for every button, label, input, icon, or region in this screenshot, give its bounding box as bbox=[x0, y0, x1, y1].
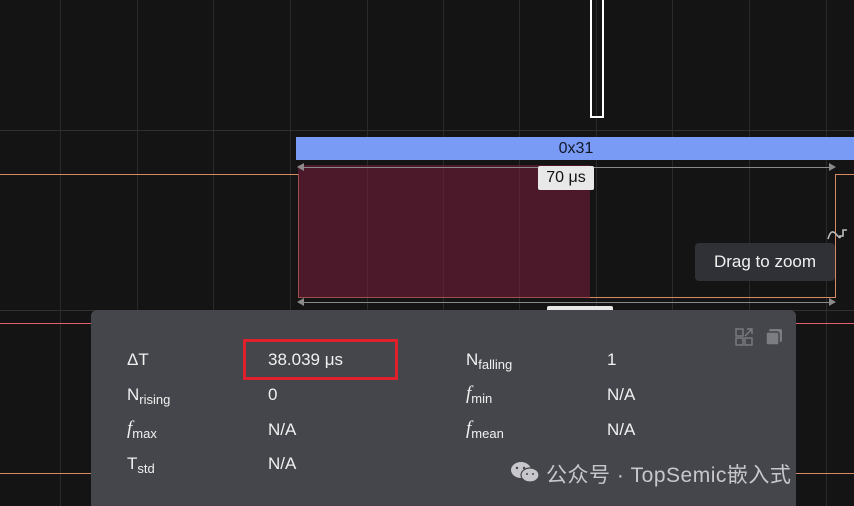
drag-to-zoom-tooltip: Drag to zoom bbox=[695, 243, 835, 281]
copy-icon[interactable] bbox=[765, 328, 783, 346]
f-mean-label: fmean bbox=[466, 418, 504, 441]
f-max-label: fmax bbox=[127, 418, 157, 441]
f-min-label: fmin bbox=[466, 383, 493, 406]
top-channel-pulse bbox=[590, 0, 604, 118]
duration-arrow-left-icon bbox=[297, 163, 304, 171]
f-min-value: N/A bbox=[607, 385, 636, 404]
wechat-icon bbox=[511, 462, 540, 483]
delta-t-callout bbox=[243, 339, 398, 380]
n-falling-label: Nfalling bbox=[466, 350, 513, 372]
n-rising-label: Nrising bbox=[127, 385, 171, 407]
n-falling-value: 1 bbox=[607, 350, 617, 369]
f-mean-value: N/A bbox=[607, 420, 636, 439]
delta-t-label: ΔT bbox=[127, 350, 149, 369]
pulse-width-arrow-left-icon bbox=[297, 298, 304, 306]
pulse-width-line bbox=[303, 302, 830, 303]
duration-arrow-right-icon bbox=[829, 163, 836, 171]
expand-icon[interactable] bbox=[735, 328, 753, 346]
t-std-label: Tstd bbox=[127, 454, 155, 476]
t-std-value: N/A bbox=[268, 454, 297, 473]
protocol-decode-bar[interactable]: 0x31 bbox=[296, 137, 854, 160]
channel-trace-low-left bbox=[0, 174, 298, 175]
duration-label: 70 μs bbox=[538, 166, 594, 190]
channel-trace-high-right bbox=[835, 174, 854, 175]
n-rising-value: 0 bbox=[268, 385, 278, 404]
pulse-width-arrow-right-icon bbox=[829, 298, 836, 306]
watermark-text: 公众号 · TopSemic嵌入式 bbox=[546, 464, 792, 487]
f-max-value: N/A bbox=[268, 420, 297, 439]
trigger-icon[interactable] bbox=[827, 226, 851, 242]
